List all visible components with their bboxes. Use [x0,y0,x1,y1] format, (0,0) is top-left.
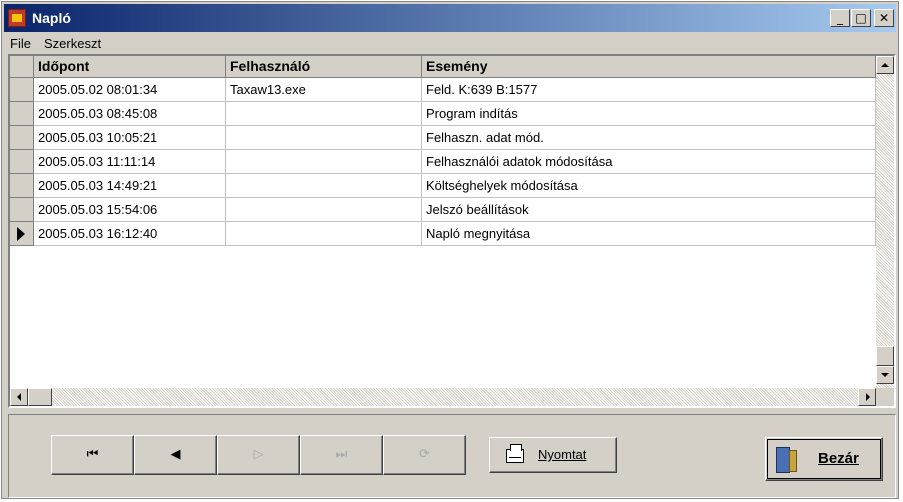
row-indicator[interactable] [10,102,34,126]
cell-felhasznalo[interactable] [226,198,422,222]
vertical-scrollbar[interactable] [876,56,894,388]
window-title: Napló [32,10,71,26]
row-indicator[interactable] [10,126,34,150]
cell-idopont[interactable]: 2005.05.03 14:49:21 [34,174,226,198]
title-bar[interactable]: Napló _ □ ✕ [4,4,896,32]
cell-esemeny[interactable]: Program indítás [422,102,876,126]
button-panel: ⏮ ◀ ▷ ⏭ ⟳ Nyomtat Bezár [8,414,896,498]
last-record-button[interactable]: ⏭ [300,435,383,475]
row-indicator-current[interactable] [10,222,34,246]
cell-felhasznalo[interactable] [226,126,422,150]
row-indicator[interactable] [10,198,34,222]
cell-felhasznalo[interactable]: Taxaw13.exe [226,78,422,102]
arrow-left-icon [17,393,21,401]
column-header-idopont[interactable]: Időpont [34,56,226,78]
horizontal-scrollbar[interactable] [10,388,876,406]
cell-felhasznalo[interactable] [226,222,422,246]
cell-esemeny[interactable]: Felhaszn. adat mód. [422,126,876,150]
door-exit-icon [776,447,797,473]
refresh-button[interactable]: ⟳ [383,435,466,475]
prior-record-button[interactable]: ◀ [134,435,217,475]
cell-idopont[interactable]: 2005.05.03 10:05:21 [34,126,226,150]
scroll-right-button[interactable] [858,388,876,406]
cell-felhasznalo[interactable] [226,102,422,126]
minimize-button[interactable]: _ [830,9,850,27]
arrow-down-icon [881,373,889,377]
row-indicator[interactable] [10,174,34,198]
cell-idopont[interactable]: 2005.05.03 15:54:06 [34,198,226,222]
log-window: Napló _ □ ✕ File Szerkeszt Időpont Felha… [1,1,899,499]
cell-felhasznalo[interactable] [226,174,422,198]
menu-file[interactable]: File [10,36,31,51]
printer-icon [506,444,524,463]
arrow-right-icon [866,393,870,401]
close-button-label: Bezár [818,450,859,467]
cell-idopont[interactable]: 2005.05.03 08:45:08 [34,102,226,126]
print-button[interactable]: Nyomtat [489,437,617,473]
indicator-header [10,56,34,78]
scrollbar-corner [876,388,894,406]
cell-esemeny[interactable]: Napló megnyitása [422,222,876,246]
vertical-scroll-thumb[interactable] [876,346,894,366]
cell-felhasznalo[interactable] [226,150,422,174]
first-record-button[interactable]: ⏮ [51,435,134,475]
next-record-button[interactable]: ▷ [217,435,300,475]
app-icon [8,9,26,27]
row-indicator[interactable] [10,150,34,174]
cell-esemeny[interactable]: Költséghelyek módosítása [422,174,876,198]
scroll-left-button[interactable] [10,388,28,406]
column-header-felhasznalo[interactable]: Felhasználó [226,56,422,78]
close-window-button[interactable]: ✕ [874,9,894,27]
cell-esemeny[interactable]: Jelszó beállítások [422,198,876,222]
cell-idopont[interactable]: 2005.05.03 16:12:40 [34,222,226,246]
close-button[interactable]: Bezár [765,437,883,481]
log-grid[interactable]: Időpont Felhasználó Esemény 2005.05.02 0… [8,54,896,408]
arrow-up-icon [881,63,889,67]
cell-idopont[interactable]: 2005.05.03 11:11:14 [34,150,226,174]
maximize-button[interactable]: □ [851,9,871,27]
print-button-label: Nyomtat [538,447,587,462]
menu-szerkeszt[interactable]: Szerkeszt [44,36,101,51]
cell-idopont[interactable]: 2005.05.02 08:01:34 [34,78,226,102]
menu-bar: File Szerkeszt [4,34,896,54]
scroll-up-button[interactable] [876,56,894,74]
row-indicator[interactable] [10,78,34,102]
column-header-esemeny[interactable]: Esemény [422,56,876,78]
current-row-arrow-icon [17,227,25,241]
scroll-down-button[interactable] [876,366,894,384]
cell-esemeny[interactable]: Feld. K:639 B:1577 [422,78,876,102]
horizontal-scroll-thumb[interactable] [28,388,52,406]
cell-esemeny[interactable]: Felhasználói adatok módosítása [422,150,876,174]
